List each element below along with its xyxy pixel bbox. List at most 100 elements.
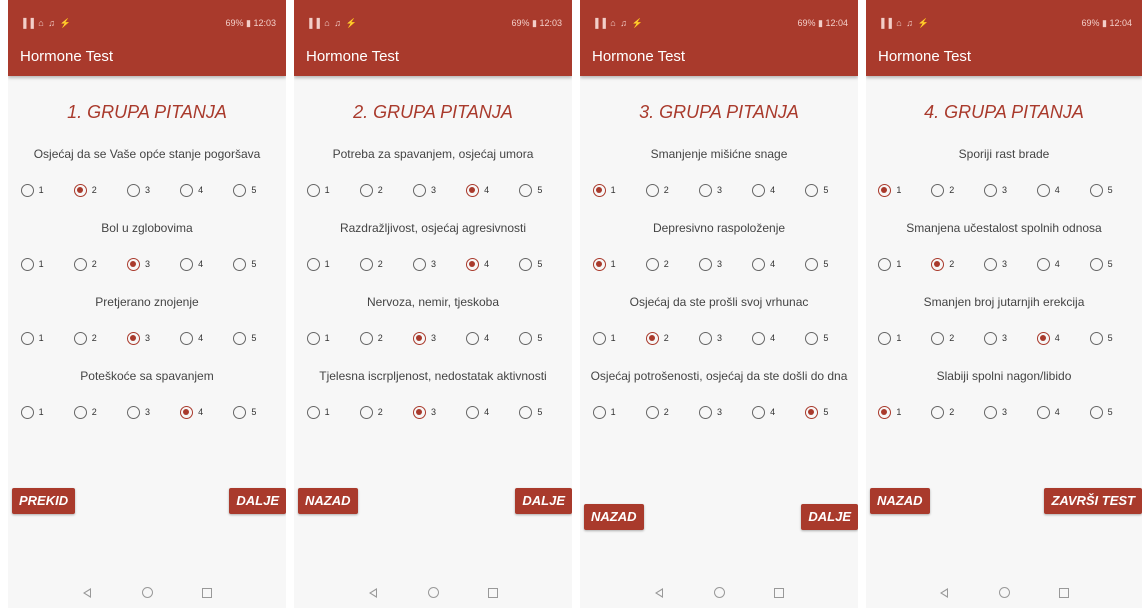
radio-button[interactable]	[233, 405, 247, 419]
radio-option-2[interactable]: 2	[359, 331, 400, 345]
radio-option-2[interactable]: 2	[73, 257, 114, 271]
back-icon[interactable]	[343, 585, 403, 601]
radio-button[interactable]	[698, 405, 712, 419]
radio-option-2[interactable]: 2	[359, 183, 400, 197]
radio-option-1[interactable]: 1	[20, 331, 61, 345]
radio-option-5[interactable]: 5	[805, 405, 845, 419]
next-button[interactable]: DALJE	[229, 488, 286, 514]
radio-option-1[interactable]: 1	[20, 183, 61, 197]
radio-button[interactable]	[412, 405, 426, 419]
radio-option-4[interactable]: 4	[752, 257, 792, 271]
radio-option-1[interactable]: 1	[878, 405, 918, 419]
radio-button[interactable]	[592, 183, 606, 197]
radio-button[interactable]	[233, 331, 247, 345]
radio-option-5[interactable]: 5	[233, 257, 273, 271]
radio-button[interactable]	[359, 331, 373, 345]
radio-option-4[interactable]: 4	[1036, 183, 1077, 197]
radio-option-3[interactable]: 3	[412, 405, 453, 419]
radio-button[interactable]	[931, 331, 945, 345]
back-icon[interactable]	[914, 585, 974, 601]
radio-button[interactable]	[466, 257, 480, 271]
radio-button[interactable]	[306, 405, 320, 419]
radio-button[interactable]	[645, 405, 659, 419]
recents-icon[interactable]	[463, 585, 523, 601]
radio-option-4[interactable]: 4	[752, 331, 792, 345]
radio-option-5[interactable]: 5	[233, 183, 273, 197]
radio-button[interactable]	[1089, 331, 1103, 345]
radio-option-1[interactable]: 1	[592, 331, 633, 345]
radio-option-1[interactable]: 1	[878, 331, 918, 345]
radio-option-2[interactable]: 2	[931, 405, 971, 419]
radio-option-3[interactable]: 3	[698, 331, 739, 345]
radio-button[interactable]	[752, 331, 766, 345]
radio-button[interactable]	[126, 331, 140, 345]
radio-option-2[interactable]: 2	[645, 405, 686, 419]
radio-option-5[interactable]: 5	[805, 183, 845, 197]
radio-option-3[interactable]: 3	[126, 331, 167, 345]
cancel-button[interactable]: PREKID	[12, 488, 76, 514]
radio-button[interactable]	[931, 183, 945, 197]
radio-option-4[interactable]: 4	[752, 405, 792, 419]
radio-option-3[interactable]: 3	[126, 405, 167, 419]
radio-button[interactable]	[592, 331, 606, 345]
radio-option-1[interactable]: 1	[20, 405, 61, 419]
radio-button[interactable]	[180, 183, 194, 197]
radio-option-4[interactable]: 4	[1036, 331, 1077, 345]
radio-button[interactable]	[180, 257, 194, 271]
radio-button[interactable]	[20, 331, 34, 345]
radio-button[interactable]	[1036, 405, 1050, 419]
radio-option-5[interactable]: 5	[1089, 257, 1130, 271]
radio-button[interactable]	[20, 405, 34, 419]
radio-option-4[interactable]: 4	[180, 331, 220, 345]
radio-option-4[interactable]: 4	[466, 257, 506, 271]
radio-button[interactable]	[412, 257, 426, 271]
radio-option-2[interactable]: 2	[645, 183, 686, 197]
radio-option-2[interactable]: 2	[359, 405, 400, 419]
radio-button[interactable]	[645, 257, 659, 271]
radio-option-2[interactable]: 2	[359, 257, 400, 271]
radio-option-1[interactable]: 1	[878, 257, 918, 271]
radio-option-3[interactable]: 3	[698, 183, 739, 197]
radio-button[interactable]	[983, 331, 997, 345]
radio-button[interactable]	[878, 331, 892, 345]
radio-button[interactable]	[126, 183, 140, 197]
radio-option-5[interactable]: 5	[1089, 405, 1130, 419]
radio-button[interactable]	[412, 183, 426, 197]
radio-option-4[interactable]: 4	[752, 183, 792, 197]
recents-icon[interactable]	[749, 585, 809, 601]
home-icon[interactable]	[403, 585, 463, 601]
home-icon[interactable]	[974, 585, 1034, 601]
radio-button[interactable]	[20, 257, 34, 271]
radio-option-3[interactable]: 3	[126, 257, 167, 271]
radio-option-4[interactable]: 4	[466, 331, 506, 345]
radio-option-2[interactable]: 2	[73, 183, 114, 197]
radio-button[interactable]	[73, 183, 87, 197]
back-icon[interactable]	[629, 585, 689, 601]
radio-option-5[interactable]: 5	[1089, 331, 1130, 345]
radio-button[interactable]	[752, 257, 766, 271]
radio-button[interactable]	[752, 183, 766, 197]
radio-option-4[interactable]: 4	[1036, 257, 1077, 271]
radio-option-1[interactable]: 1	[592, 257, 633, 271]
radio-option-4[interactable]: 4	[180, 183, 220, 197]
radio-option-1[interactable]: 1	[878, 183, 918, 197]
radio-option-3[interactable]: 3	[698, 257, 739, 271]
radio-option-2[interactable]: 2	[645, 257, 686, 271]
radio-button[interactable]	[412, 331, 426, 345]
radio-button[interactable]	[931, 257, 945, 271]
radio-button[interactable]	[306, 257, 320, 271]
radio-button[interactable]	[805, 183, 819, 197]
radio-option-3[interactable]: 3	[983, 183, 1024, 197]
radio-button[interactable]	[878, 405, 892, 419]
radio-option-1[interactable]: 1	[20, 257, 61, 271]
radio-button[interactable]	[180, 331, 194, 345]
radio-button[interactable]	[466, 183, 480, 197]
radio-button[interactable]	[805, 331, 819, 345]
radio-button[interactable]	[698, 331, 712, 345]
radio-button[interactable]	[1036, 331, 1050, 345]
radio-option-5[interactable]: 5	[805, 331, 845, 345]
radio-button[interactable]	[592, 405, 606, 419]
radio-button[interactable]	[1089, 257, 1103, 271]
radio-button[interactable]	[306, 183, 320, 197]
radio-option-5[interactable]: 5	[519, 257, 559, 271]
